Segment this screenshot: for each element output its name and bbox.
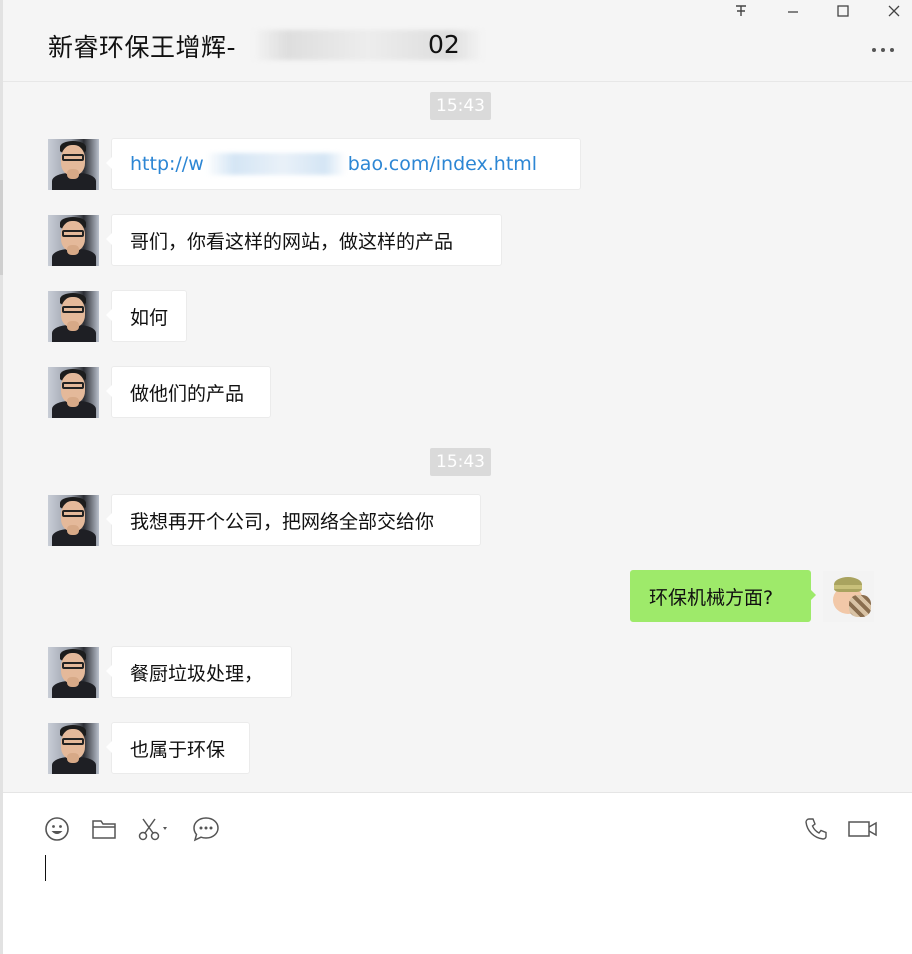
chat-title-tail: 02 xyxy=(428,30,460,59)
contact-avatar[interactable] xyxy=(48,647,99,698)
emoji-icon xyxy=(45,817,69,841)
folder-icon xyxy=(92,820,116,839)
contact-avatar[interactable] xyxy=(48,291,99,342)
message-bubble-link[interactable]: http://w bao.com/index.html xyxy=(106,138,581,190)
message-timestamp: 15:43 xyxy=(430,92,491,120)
text-cursor xyxy=(45,855,46,881)
video-call-button[interactable] xyxy=(846,815,880,843)
message-text: 也属于环保 xyxy=(130,738,226,761)
voice-call-button[interactable] xyxy=(801,815,831,843)
message-bubble[interactable]: 也属于环保 xyxy=(106,722,250,774)
more-dot-icon xyxy=(872,48,876,52)
message-bubble[interactable]: 哥们，你看这样的网站，做这样的产品 xyxy=(106,214,502,266)
send-file-button[interactable] xyxy=(90,815,118,843)
contact-avatar[interactable] xyxy=(48,367,99,418)
redacted-link-part xyxy=(205,153,346,175)
more-dot-icon xyxy=(890,48,894,52)
chat-title: 新睿环保王增辉- xyxy=(48,33,237,62)
more-dot-icon xyxy=(881,48,885,52)
close-button[interactable] xyxy=(879,0,909,22)
message-text: 做他们的产品 xyxy=(130,382,245,405)
chat-header: 新睿环保王增辉- 02 xyxy=(3,0,912,82)
contact-avatar[interactable] xyxy=(48,215,99,266)
pin-button[interactable] xyxy=(726,0,756,22)
message-text: 餐厨垃圾处理， xyxy=(130,662,264,685)
more-options-button[interactable] xyxy=(865,40,901,60)
chat-history-button[interactable] xyxy=(191,815,221,843)
maximize-icon xyxy=(837,5,849,17)
close-icon xyxy=(888,5,900,17)
contact-avatar[interactable] xyxy=(48,723,99,774)
screenshot-button[interactable] xyxy=(136,815,174,843)
message-link-suffix[interactable]: bao.com/index.html xyxy=(348,153,537,175)
my-avatar[interactable] xyxy=(823,571,874,622)
message-input[interactable] xyxy=(39,849,899,945)
minimize-button[interactable] xyxy=(778,0,808,22)
sent-message-bubble[interactable]: 环保机械方面? xyxy=(630,570,816,622)
phone-icon xyxy=(805,818,827,840)
message-link-prefix[interactable]: http://w xyxy=(130,153,204,175)
message-text: 哥们，你看这样的网站，做这样的产品 xyxy=(130,230,454,253)
message-bubble[interactable]: 做他们的产品 xyxy=(106,366,271,418)
message-bubble[interactable]: 如何 xyxy=(106,290,187,342)
message-bubble[interactable]: 我想再开个公司，把网络全部交给你 xyxy=(106,494,481,546)
message-text: 环保机械方面? xyxy=(649,586,774,609)
message-timestamp: 15:43 xyxy=(430,448,491,476)
chat-history-icon xyxy=(193,817,219,842)
maximize-button[interactable] xyxy=(828,0,858,22)
contact-avatar[interactable] xyxy=(48,495,99,546)
emoji-button[interactable] xyxy=(43,815,71,843)
scissors-icon xyxy=(138,818,167,841)
pin-icon xyxy=(736,5,746,16)
message-bubble[interactable]: 餐厨垃圾处理， xyxy=(106,646,292,698)
minimize-icon xyxy=(788,11,798,13)
video-icon xyxy=(848,821,877,837)
message-composer xyxy=(3,792,912,954)
contact-avatar[interactable] xyxy=(48,139,99,190)
message-text: 我想再开个公司，把网络全部交给你 xyxy=(130,510,435,533)
message-text: 如何 xyxy=(130,306,169,329)
sidebar-resize-handle[interactable] xyxy=(0,180,3,275)
